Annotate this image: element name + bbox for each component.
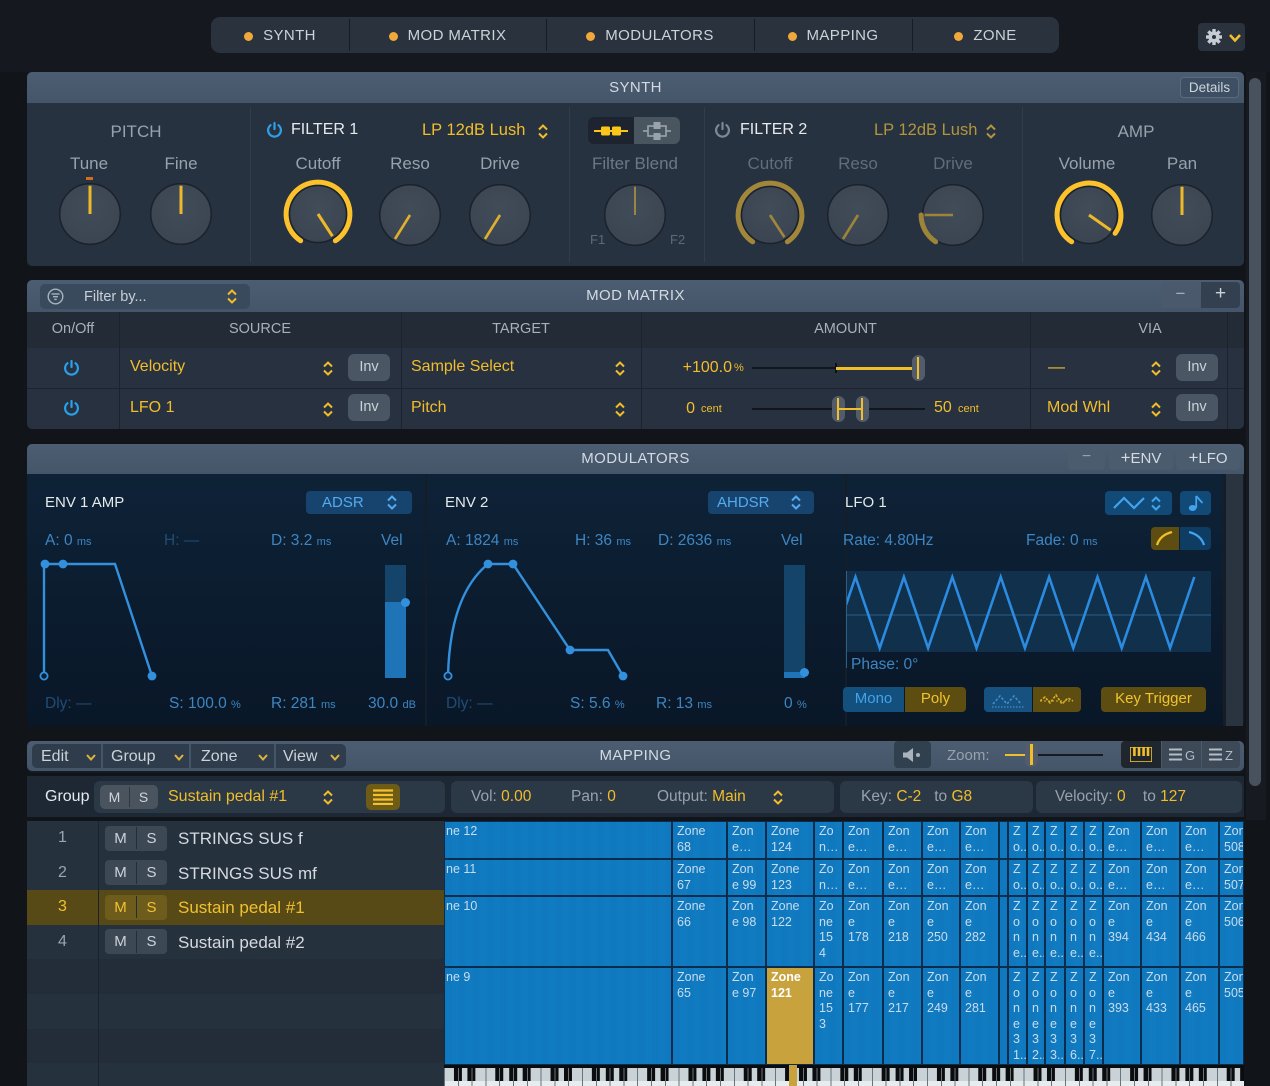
svg-text:Z: Z	[1225, 748, 1233, 761]
svg-text:G: G	[1185, 748, 1195, 761]
